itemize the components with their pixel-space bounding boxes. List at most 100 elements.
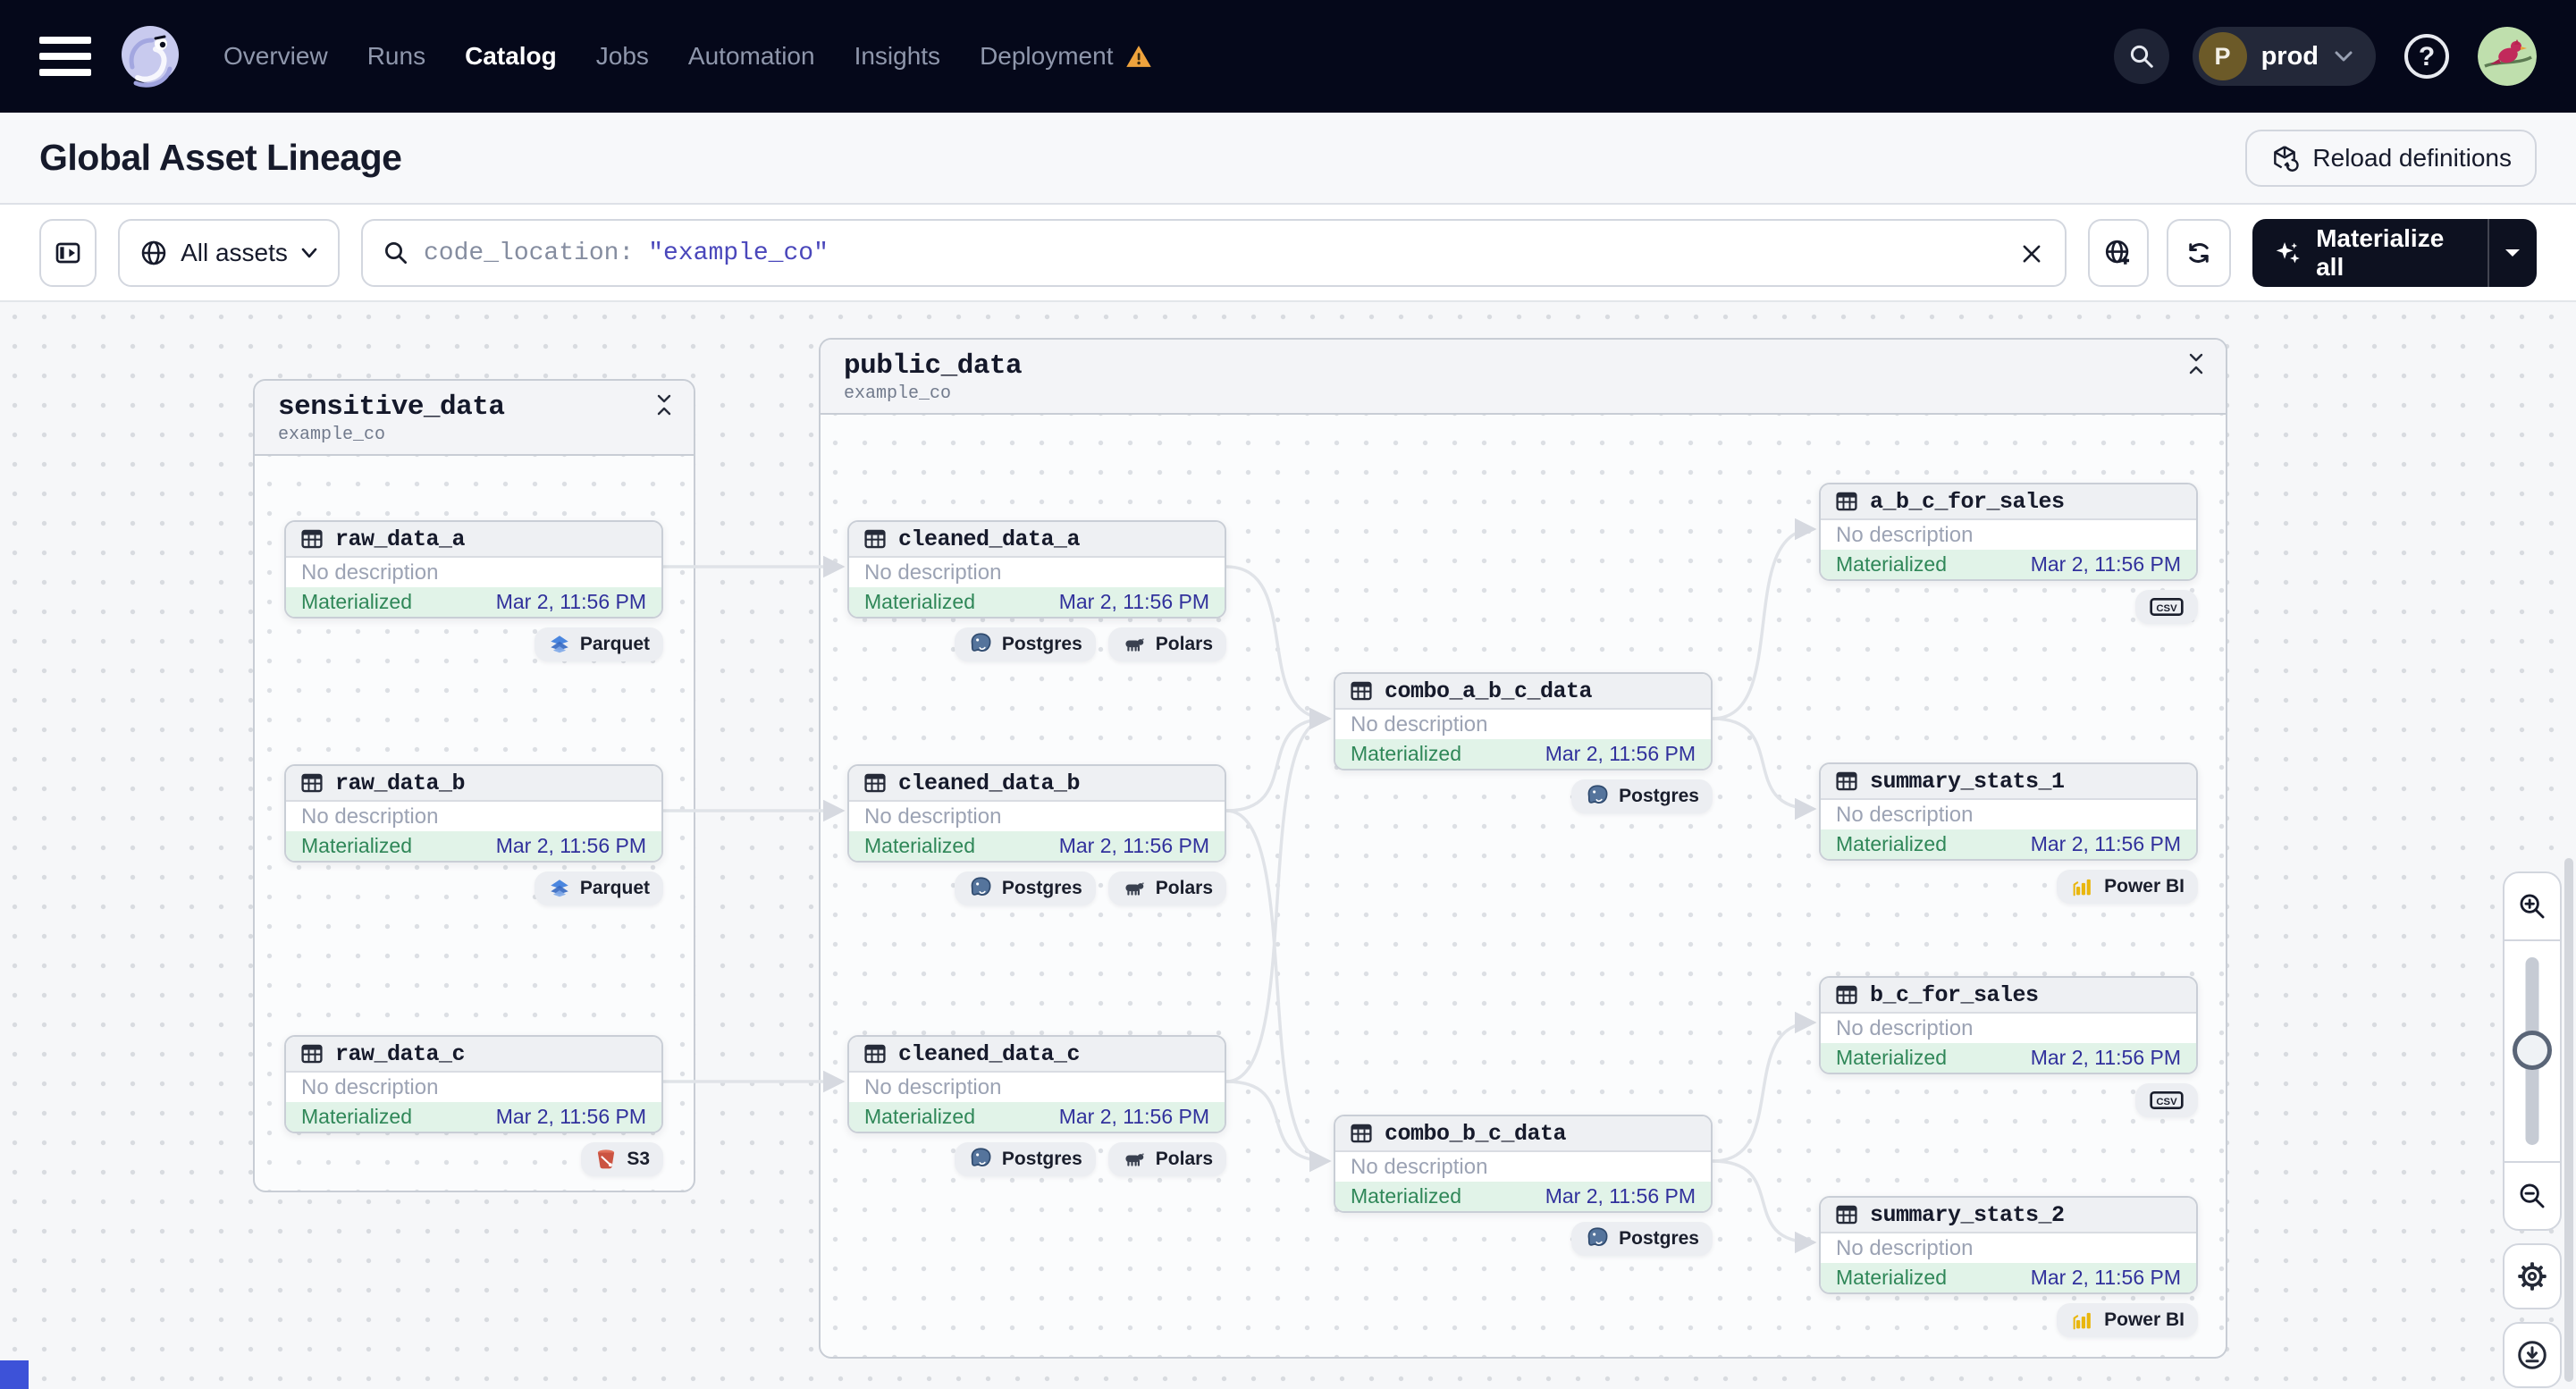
asset-card[interactable]: a_b_c_for_sales No description Materialize… [1819,483,2198,581]
kind-badges: S3 [284,1142,663,1176]
asset-search-input[interactable]: code_location: "example_co" [361,219,2067,287]
kind-badge-postgres: Postgres [954,627,1096,661]
zoom-out-button[interactable] [2504,1163,2560,1229]
asset-node-cleaned_data_c[interactable]: cleaned_data_c No description Materialized… [847,1035,1226,1176]
group-header-sensitive-data[interactable]: sensitive_data example_co [255,381,694,456]
clear-search-button[interactable] [2011,233,2052,274]
help-button[interactable]: ? [2399,29,2454,84]
asset-name: a_b_c_for_sales [1870,488,2065,515]
new-catalog-view-button[interactable] [2088,219,2149,287]
asset-node-header[interactable]: combo_b_c_data [1335,1116,1711,1152]
asset-card[interactable]: cleaned_data_a No description Materialized… [847,520,1226,619]
collapse-group-icon[interactable] [2186,350,2206,377]
status-badge: Materialized [864,590,975,613]
asset-node-raw_data_c[interactable]: raw_data_c No description Materialized Mar … [284,1035,663,1176]
asset-node-header[interactable]: b_c_for_sales [1821,978,2196,1014]
global-search-button[interactable] [2113,29,2169,84]
group-title: public_data [844,350,1023,382]
vertical-scrollbar[interactable] [2564,858,2573,1382]
asset-node-summary_stats_1[interactable]: summary_stats_1 No description Materialize… [1819,762,2198,904]
asset-name: cleaned_data_a [898,526,1081,552]
asset-node-raw_data_a[interactable]: raw_data_a No description Materialized Mar … [284,520,663,661]
chevron-down-icon [301,248,317,258]
reload-definitions-button[interactable]: Reload definitions [2245,129,2537,187]
asset-name: raw_data_c [335,1040,466,1067]
dagster-app: Overview Runs Catalog Jobs Automation Insight… [0,0,2576,1389]
asset-name: cleaned_data_b [898,770,1081,796]
asset-node-combo_a_b_c_data[interactable]: combo_a_b_c_data No description Materializ… [1334,672,1713,813]
zoom-slider-handle[interactable] [2513,1031,2552,1070]
nav-item-runs[interactable]: Runs [367,42,425,71]
graph-settings-button[interactable] [2503,1243,2562,1309]
asset-scope-dropdown[interactable]: All assets [118,219,340,287]
materialize-all-main[interactable]: Materialize all [2252,224,2470,282]
asset-node-raw_data_b[interactable]: raw_data_b No description Materialized Mar … [284,764,663,905]
lineage-canvas[interactable]: sensitive_data example_co public_data ex… [0,302,2576,1389]
asset-card[interactable]: summary_stats_1 No description Materialize… [1819,762,2198,861]
asset-node-cleaned_data_b[interactable]: cleaned_data_b No description Materialized… [847,764,1226,905]
nav-item-jobs[interactable]: Jobs [596,42,649,71]
materialize-all-button[interactable]: Materialize all [2252,219,2537,287]
materialization-timestamp: Mar 2, 11:56 PM [2030,1266,2181,1289]
asset-card[interactable]: combo_a_b_c_data No description Materializ… [1334,672,1713,770]
kind-badges: CSV [1819,590,2198,624]
table-icon [1351,1124,1372,1143]
materialization-timestamp: Mar 2, 11:56 PM [495,834,646,857]
nav-item-catalog[interactable]: Catalog [465,42,557,71]
powerbi-icon [2073,879,2092,897]
asset-card[interactable]: raw_data_a No description Materialized Mar … [284,520,663,619]
zoom-slider[interactable] [2504,939,2560,1163]
asset-node-summary_stats_2[interactable]: summary_stats_2 No description Materialize… [1819,1196,2198,1337]
materialization-timestamp: Mar 2, 11:56 PM [2030,1046,2181,1069]
status-badge: Materialized [1836,832,1947,855]
search-icon [385,242,407,264]
asset-node-header[interactable]: cleaned_data_c [849,1037,1225,1073]
asset-card[interactable]: cleaned_data_b No description Materialized… [847,764,1226,863]
asset-node-header[interactable]: a_b_c_for_sales [1821,484,2196,520]
asset-card[interactable]: b_c_for_sales No description Materialized M… [1819,976,2198,1074]
dagster-logo-icon[interactable] [114,21,186,92]
asset-node-cleaned_data_a[interactable]: cleaned_data_a No description Materialized… [847,520,1226,661]
status-badge: Materialized [1836,1046,1947,1069]
group-header-public-data[interactable]: public_data example_co [821,340,2226,415]
asset-node-header[interactable]: raw_data_a [286,522,661,558]
kind-badges: Postgres Polars [847,871,1226,905]
asset-node-header[interactable]: raw_data_c [286,1037,661,1073]
collapse-group-icon[interactable] [654,391,674,418]
kind-badge-powerbi: Power BI [2057,1303,2198,1337]
menu-button[interactable] [39,37,91,76]
polars-icon [1125,638,1144,652]
asset-node-header[interactable]: summary_stats_2 [1821,1198,2196,1233]
asset-description: No description [849,1073,1225,1102]
asset-node-combo_b_c_data[interactable]: combo_b_c_data No description Materialized… [1334,1115,1713,1256]
asset-node-a_b_c_for_sales[interactable]: a_b_c_for_sales No description Materialize… [1819,483,2198,624]
materialize-options-button[interactable] [2489,219,2537,287]
materialization-timestamp: Mar 2, 11:56 PM [495,1105,646,1128]
asset-name: raw_data_b [335,770,466,796]
nav-item-insights[interactable]: Insights [854,42,941,71]
zoom-in-button[interactable] [2504,873,2560,939]
environment-switcher[interactable]: P prod [2192,27,2376,86]
asset-card[interactable]: raw_data_c No description Materialized Mar … [284,1035,663,1133]
asset-card[interactable]: raw_data_b No description Materialized Mar … [284,764,663,863]
toggle-sidebar-button[interactable] [39,219,97,287]
asset-node-header[interactable]: raw_data_b [286,766,661,802]
asset-node-header[interactable]: summary_stats_1 [1821,764,2196,800]
asset-card[interactable]: summary_stats_2 No description Materialize… [1819,1196,2198,1294]
caret-down-icon [2505,249,2521,257]
group-location: example_co [278,425,386,445]
asset-node-b_c_for_sales[interactable]: b_c_for_sales No description Materialized M… [1819,976,2198,1117]
asset-node-header[interactable]: cleaned_data_b [849,766,1225,802]
user-avatar[interactable] [2478,27,2537,86]
nav-item-deployment[interactable]: Deployment [980,42,1152,71]
refresh-button[interactable] [2167,219,2231,287]
download-image-button[interactable] [2503,1322,2562,1388]
nav-item-overview[interactable]: Overview [223,42,328,71]
asset-card[interactable]: cleaned_data_c No description Materialized… [847,1035,1226,1133]
materialization-timestamp: Mar 2, 11:56 PM [1058,834,1209,857]
nav-item-automation[interactable]: Automation [688,42,815,71]
postgres-icon [1587,785,1608,804]
asset-node-header[interactable]: cleaned_data_a [849,522,1225,558]
asset-card[interactable]: combo_b_c_data No description Materialized… [1334,1115,1713,1213]
asset-node-header[interactable]: combo_a_b_c_data [1335,674,1711,710]
